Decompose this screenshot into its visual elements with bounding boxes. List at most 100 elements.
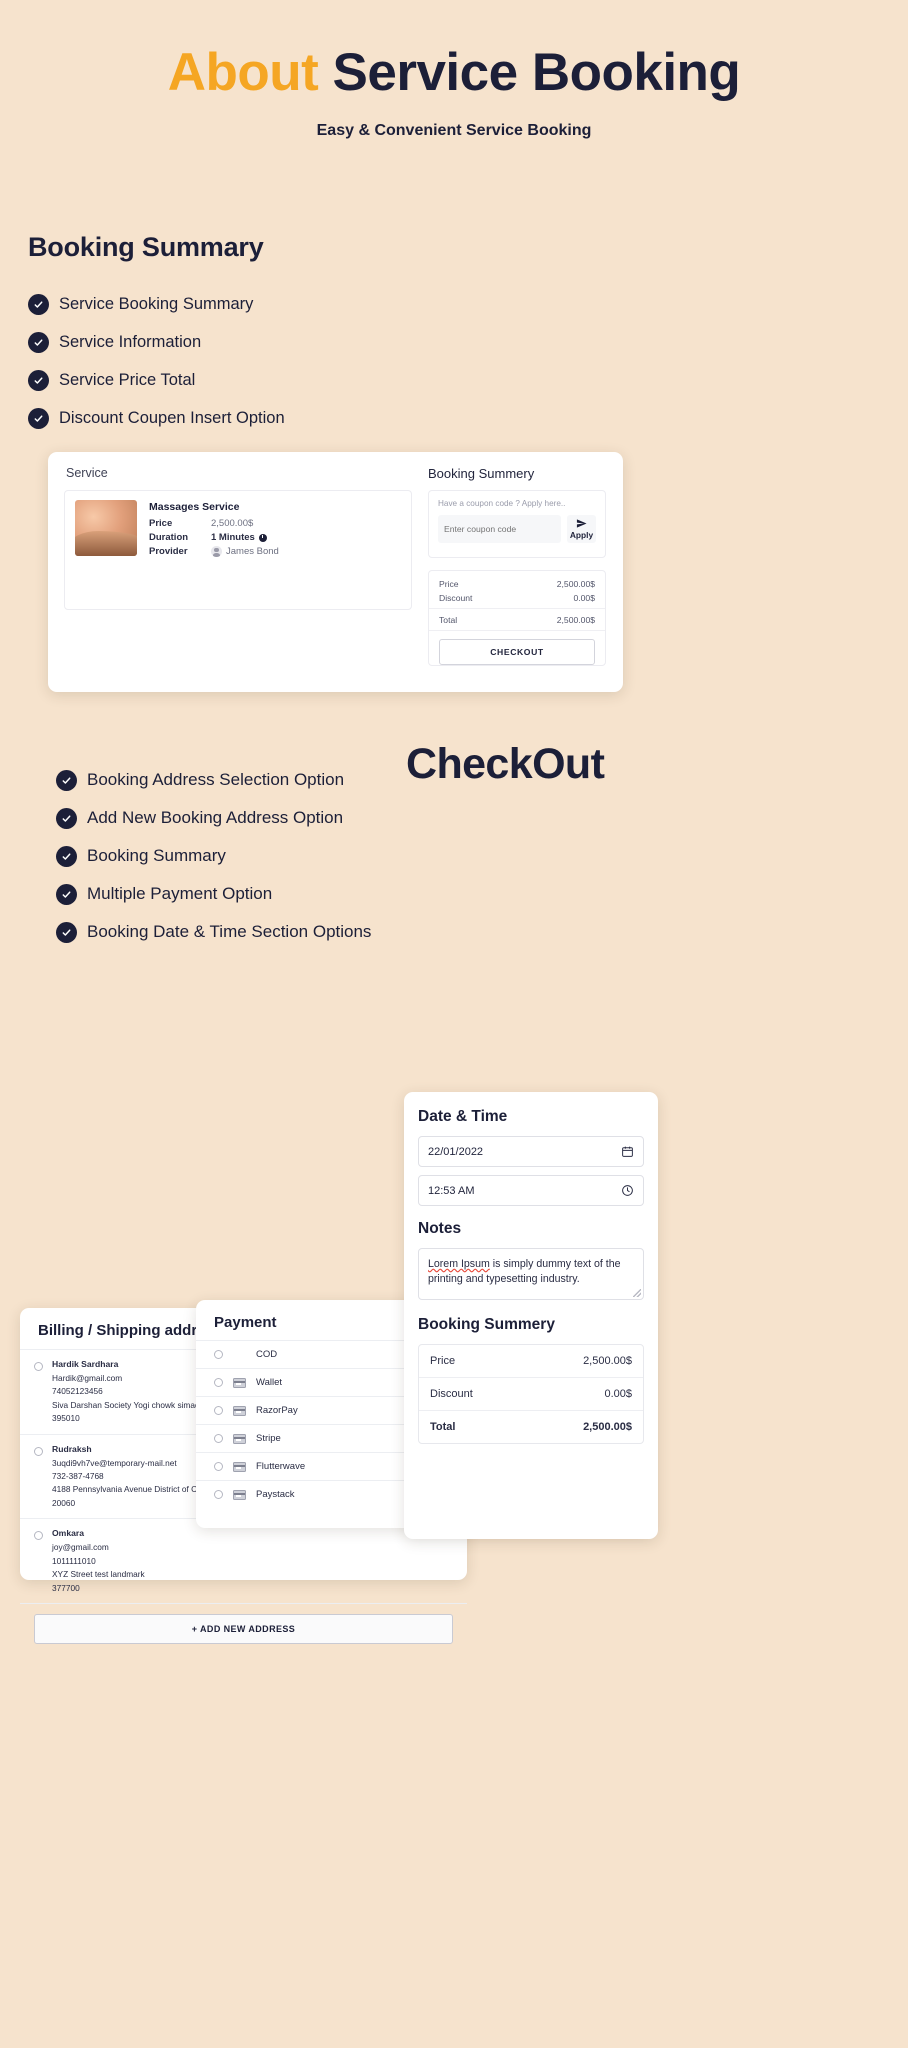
service-thumbnail-image [75, 500, 137, 556]
address-radio[interactable] [34, 1531, 43, 1541]
address-radio[interactable] [34, 1362, 43, 1371]
booking-summary-feature-item: Discount Coupen Insert Option [28, 406, 285, 430]
checkout-button[interactable]: CHECKOUT [439, 639, 595, 665]
checkout-feature-label: Booking Date & Time Section Options [87, 922, 372, 941]
totals-discount-label: Discount [439, 593, 473, 603]
totals-divider [429, 608, 605, 609]
service-price-value: 2,500.00$ [211, 518, 254, 529]
notes-textarea[interactable]: Lorem Ipsum is simply dummy text of the … [418, 1248, 644, 1300]
address-street: XYZ Street test landmark [52, 1569, 145, 1580]
totals-divider-2 [429, 630, 605, 631]
address-phone: 1011111010 [52, 1555, 96, 1566]
totals-total-label: Total [439, 615, 458, 625]
booking-summary-card: Service Booking Summery Massages Service… [48, 452, 623, 692]
check-circle-icon [28, 369, 49, 391]
booking-summary-feature-label: Service Information [59, 332, 202, 351]
coupon-input[interactable] [438, 515, 561, 543]
provider-avatar-icon [211, 546, 222, 557]
check-circle-icon [56, 883, 77, 905]
date-time-heading: Date & Time [418, 1108, 508, 1125]
booking-summary-heading: Booking Summary [28, 232, 264, 262]
check-circle-icon [28, 407, 49, 429]
date-time-card: Date & Time 22/01/2022 12:53 AM Notes Lo… [404, 1092, 658, 1539]
payment-radio[interactable] [214, 1462, 223, 1471]
summery-row-value: 2,500.00$ [583, 1355, 632, 1367]
booking-summary-feature-list: Service Booking Summary Service Informati… [28, 292, 285, 444]
date-value: 22/01/2022 [428, 1145, 484, 1158]
booking-summary-feature-label: Service Booking Summary [59, 294, 254, 313]
booking-summary-feature-item: Service Price Total [28, 368, 285, 392]
payment-card-icon [233, 1377, 246, 1388]
checkout-feature-item: Booking Summary [56, 844, 371, 868]
check-circle-icon [28, 293, 49, 315]
check-circle-icon [56, 921, 77, 943]
booking-summary-feature-label: Service Price Total [59, 370, 196, 389]
payment-method-label: Wallet [256, 1377, 283, 1388]
booking-summery-heading: Booking Summery [418, 1316, 555, 1333]
checkout-heading: CheckOut [406, 740, 605, 788]
payment-method-label: COD [256, 1349, 278, 1360]
checkout-feature-label: Multiple Payment Option [87, 884, 273, 903]
summery-row-value: 0.00$ [604, 1388, 632, 1400]
apply-coupon-label: Apply [569, 530, 594, 540]
payment-radio[interactable] [214, 1378, 223, 1387]
service-item-box: Massages Service Price 2,500.00$ Duratio… [64, 490, 412, 610]
payment-card-icon [233, 1489, 246, 1500]
date-input[interactable]: 22/01/2022 [418, 1136, 644, 1167]
payment-radio[interactable] [214, 1350, 223, 1359]
summery-row-label: Total [430, 1421, 456, 1433]
notes-highlighted-text: Lorem Ipsum [428, 1258, 490, 1270]
resize-handle-icon[interactable] [633, 1289, 641, 1297]
booking-summary-feature-label: Discount Coupen Insert Option [59, 408, 285, 427]
check-circle-icon [56, 845, 77, 867]
checkout-feature-item: Booking Date & Time Section Options [56, 920, 371, 944]
page-subtitle: Easy & Convenient Service Booking [316, 122, 592, 139]
address-option[interactable]: Omkara joy@gmail.com 1011111010 XYZ Street … [20, 1519, 467, 1605]
checkout-feature-item: Multiple Payment Option [56, 882, 371, 906]
coupon-hint: Have a coupon code ? Apply here.. [438, 499, 566, 508]
service-provider-value: James Bond [226, 546, 279, 557]
service-provider-label: Provider [149, 546, 188, 557]
summery-row: Total 2,500.00$ [419, 1411, 643, 1443]
payment-radio[interactable] [214, 1434, 223, 1443]
service-duration-value: 1 Minutes [211, 532, 255, 543]
service-name: Massages Service [149, 501, 240, 513]
time-input[interactable]: 12:53 AM [418, 1175, 644, 1206]
apply-coupon-button[interactable]: Apply [567, 515, 596, 543]
checkout-feature-item: Booking Address Selection Option [56, 768, 371, 792]
summery-row: Price 2,500.00$ [419, 1345, 643, 1378]
checkout-feature-label: Add New Booking Address Option [87, 808, 344, 827]
checkout-feature-item: Add New Booking Address Option [56, 806, 371, 830]
payment-radio[interactable] [214, 1406, 223, 1415]
service-duration-label: Duration [149, 532, 189, 543]
summery-row: Discount 0.00$ [419, 1378, 643, 1411]
add-new-address-button[interactable]: + ADD NEW ADDRESS [34, 1614, 453, 1645]
totals-price-label: Price [439, 579, 459, 589]
service-price-label: Price [149, 518, 173, 529]
time-value: 12:53 AM [428, 1184, 475, 1197]
address-radio[interactable] [34, 1446, 43, 1456]
booking-summary-feature-item: Service Information [28, 330, 285, 354]
booking-summery-table: Price 2,500.00$ Discount 0.00$ Total 2,500.00… [418, 1344, 644, 1444]
totals-total-value: 2,500.00$ [556, 615, 595, 625]
address-name: Omkara [52, 1528, 85, 1539]
address-zip: 377700 [52, 1582, 80, 1593]
summery-row-label: Discount [430, 1388, 473, 1400]
totals-price-value: 2,500.00$ [556, 579, 595, 589]
summery-row-value: 2,500.00$ [583, 1421, 632, 1433]
checkout-feature-label: Booking Summary [87, 846, 226, 865]
payment-card-icon [233, 1461, 246, 1472]
summery-row-label: Price [430, 1355, 456, 1367]
totals-discount-value: 0.00$ [573, 593, 595, 603]
payment-card-icon [233, 1433, 246, 1444]
booking-summary-feature-item: Service Booking Summary [28, 292, 285, 316]
checkout-feature-label: Booking Address Selection Option [87, 770, 345, 789]
page-title-rest: Service Booking [318, 43, 741, 102]
payment-radio[interactable] [214, 1490, 223, 1499]
clock-icon [622, 1185, 633, 1196]
totals-box: Price 2,500.00$ Discount 0.00$ Total 2,5… [428, 570, 606, 666]
check-circle-icon [56, 769, 77, 791]
payment-card-icon [233, 1405, 246, 1416]
booking-summery-column-title: Booking Summery [428, 466, 535, 481]
calendar-icon [622, 1146, 633, 1157]
